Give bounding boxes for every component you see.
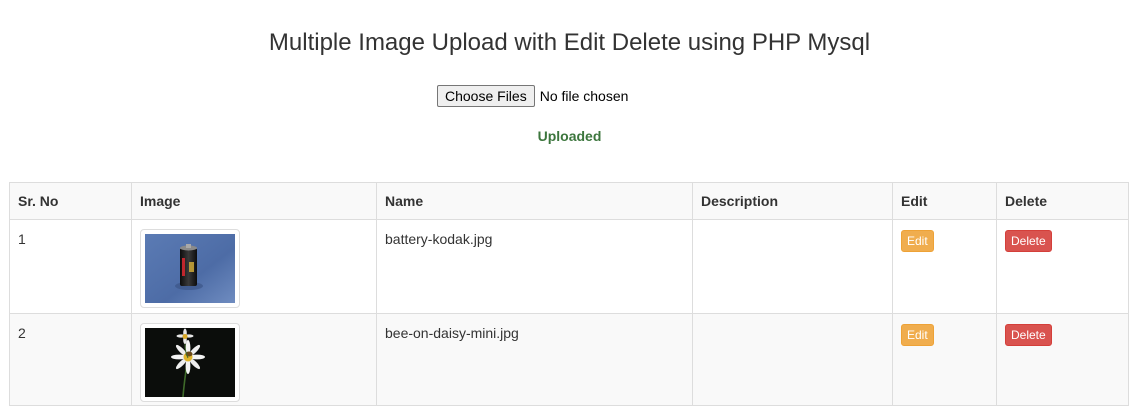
cell-description [692, 313, 893, 406]
cell-name: bee-on-daisy-mini.jpg [376, 313, 693, 406]
image-thumbnail[interactable] [140, 323, 240, 402]
cell-image [131, 219, 377, 314]
cell-name: battery-kodak.jpg [376, 219, 693, 314]
cell-delete: Delete [996, 219, 1129, 314]
choose-files-button[interactable]: Choose Files [437, 85, 535, 107]
upload-success-message: Uploaded [537, 128, 602, 144]
header-image: Image [131, 182, 377, 220]
cell-sr-no: 2 [9, 313, 132, 406]
cell-sr-no: 1 [9, 219, 132, 314]
cell-image [131, 313, 377, 406]
header-delete: Delete [996, 182, 1129, 220]
header-edit: Edit [892, 182, 997, 220]
cell-edit: Edit [892, 313, 997, 406]
table-row: 1 battery-kodak.jpg Edit Delete [9, 219, 1129, 314]
image-thumbnail[interactable] [140, 229, 240, 308]
bee-on-daisy-photo-icon [145, 328, 235, 397]
images-table: Sr. No Image Name Description Edit Delet… [9, 182, 1129, 406]
battery-photo-icon [145, 234, 235, 303]
cell-description [692, 219, 893, 314]
edit-button[interactable]: Edit [901, 230, 934, 252]
edit-button[interactable]: Edit [901, 324, 934, 346]
page: Multiple Image Upload with Edit Delete u… [0, 0, 1139, 410]
table-header: Sr. No Image Name Description Edit Delet… [9, 182, 1129, 220]
table-row: 2 bee-on-daisy-mini.jpg Edit Delete [9, 313, 1129, 406]
header-name: Name [376, 182, 693, 220]
header-row: Sr. No Image Name Description Edit Delet… [9, 182, 1129, 220]
file-upload: Choose Files No file chosen [437, 85, 628, 107]
cell-edit: Edit [892, 219, 997, 314]
delete-button[interactable]: Delete [1005, 230, 1052, 252]
header-sr-no: Sr. No [9, 182, 132, 220]
header-description: Description [692, 182, 893, 220]
table-body: 1 battery-kodak.jpg Edit Delete 2 bee-on… [9, 219, 1129, 406]
cell-delete: Delete [996, 313, 1129, 406]
file-status-text: No file chosen [539, 88, 629, 104]
delete-button[interactable]: Delete [1005, 324, 1052, 346]
page-title: Multiple Image Upload with Edit Delete u… [268, 29, 871, 56]
